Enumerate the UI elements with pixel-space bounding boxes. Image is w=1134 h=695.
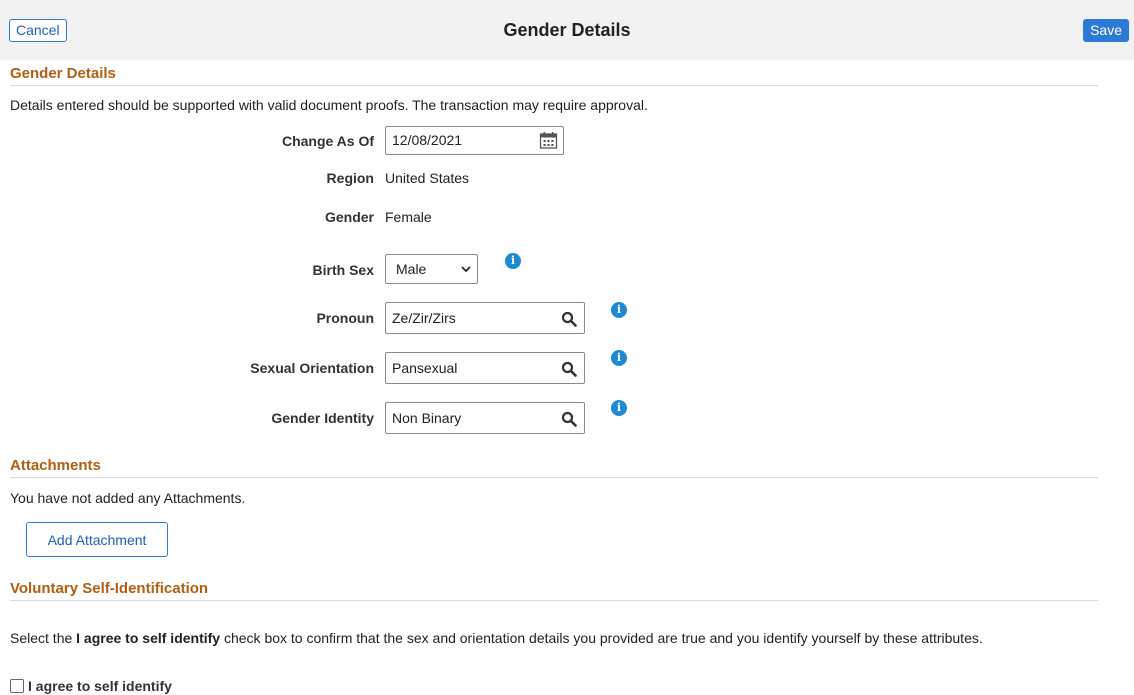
change-as-of-field — [385, 126, 564, 155]
self-id-instructions: Select the I agree to self identify chec… — [10, 630, 983, 646]
change-as-of-label: Change As Of — [281, 133, 374, 149]
attachments-empty-text: You have not added any Attachments. — [10, 490, 246, 506]
section-title-attachments: Attachments — [10, 457, 1098, 478]
instructions-text: Details entered should be supported with… — [10, 97, 648, 113]
search-icon[interactable] — [561, 411, 577, 427]
page-title: Gender Details — [503, 20, 631, 40]
save-button[interactable]: Save — [1083, 19, 1129, 42]
header-bar: Cancel Gender Details Save — [0, 0, 1134, 60]
self-id-text-bold: I agree to self identify — [76, 630, 221, 646]
gender-identity-label: Gender Identity — [271, 410, 374, 426]
change-as-of-input[interactable] — [392, 132, 532, 148]
add-attachment-button[interactable]: Add Attachment — [26, 522, 168, 557]
search-icon[interactable] — [561, 311, 577, 327]
pronoun-info-icon[interactable]: i — [611, 302, 627, 318]
pronoun-label: Pronoun — [316, 310, 374, 326]
cancel-button[interactable]: Cancel — [9, 19, 67, 42]
sexual-orientation-info-icon[interactable]: i — [611, 350, 627, 366]
birth-sex-selected: Male — [396, 261, 427, 277]
calendar-icon[interactable] — [539, 131, 558, 150]
pronoun-input[interactable] — [392, 310, 552, 326]
gender-value: Female — [385, 209, 432, 225]
region-label: Region — [326, 170, 374, 186]
gender-identity-info-icon[interactable]: i — [611, 400, 627, 416]
section-title-gender-details: Gender Details — [10, 65, 1098, 86]
gender-label: Gender — [324, 209, 374, 225]
gender-identity-field — [385, 402, 585, 434]
sexual-orientation-field — [385, 352, 585, 384]
birth-sex-info-icon[interactable]: i — [505, 253, 521, 269]
region-value: United States — [385, 170, 470, 186]
gender-identity-input[interactable] — [392, 410, 552, 426]
sexual-orientation-input[interactable] — [392, 360, 552, 376]
birth-sex-label: Birth Sex — [312, 262, 374, 278]
self-id-text-after: check box to confirm that the sex and or… — [220, 630, 983, 646]
search-icon[interactable] — [561, 361, 577, 377]
self-identify-checkbox[interactable] — [10, 679, 24, 693]
self-id-text-before: Select the — [10, 630, 77, 646]
birth-sex-select[interactable]: Male — [385, 254, 478, 284]
chevron-down-icon — [461, 266, 471, 273]
sexual-orientation-label: Sexual Orientation — [250, 360, 374, 376]
pronoun-field — [385, 302, 585, 334]
section-title-self-identification: Voluntary Self-Identification — [10, 580, 1098, 601]
